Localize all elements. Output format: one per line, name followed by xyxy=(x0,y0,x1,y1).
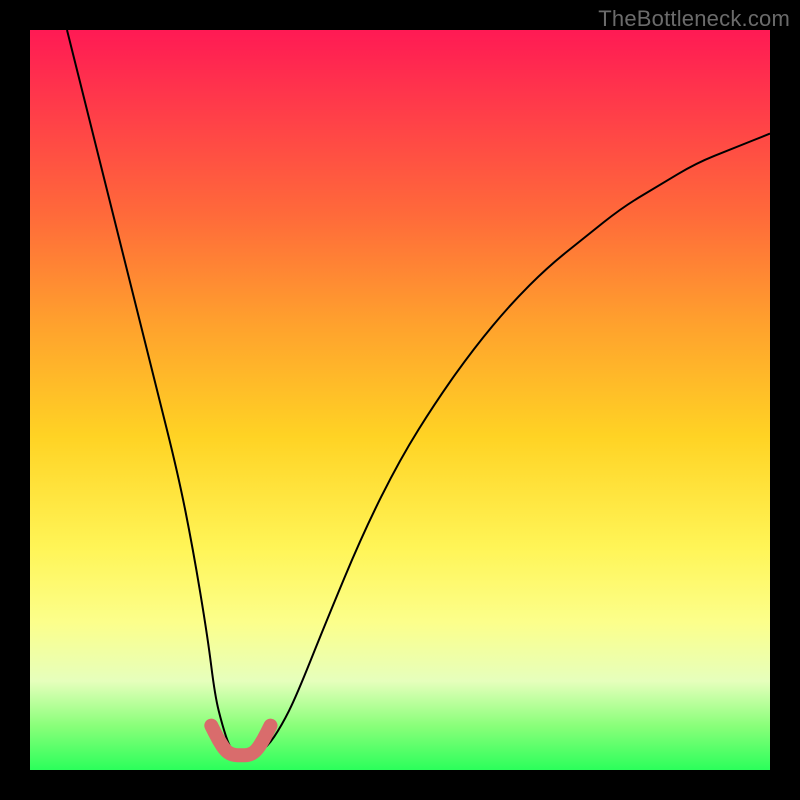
optimal-segment xyxy=(211,726,270,756)
watermark-text: TheBottleneck.com xyxy=(598,6,790,32)
chart-frame: TheBottleneck.com xyxy=(0,0,800,800)
bottleneck-curve xyxy=(67,30,770,755)
curve-layer xyxy=(30,30,770,770)
plot-area xyxy=(30,30,770,770)
